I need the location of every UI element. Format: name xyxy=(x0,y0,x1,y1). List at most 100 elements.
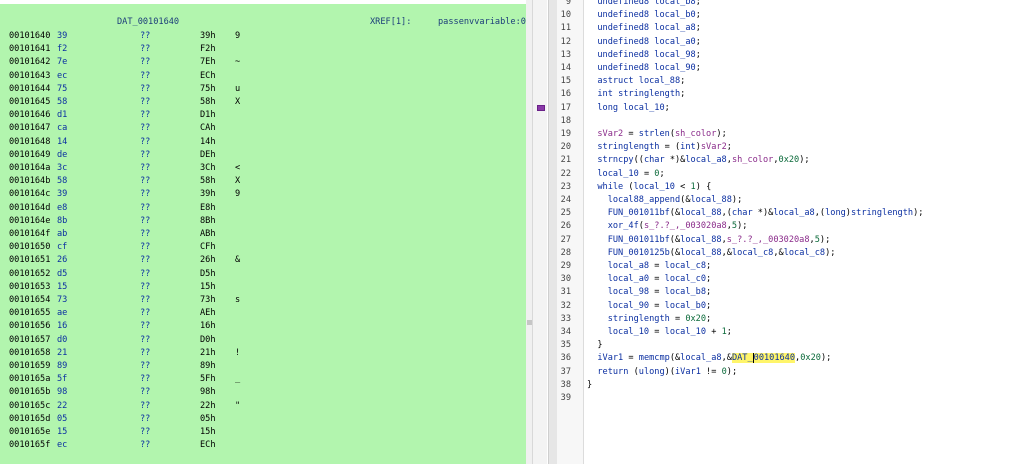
code-line[interactable]: 22 local_10 = 0; xyxy=(557,168,1024,181)
code-token[interactable]: local_88 xyxy=(680,248,721,258)
code-text[interactable]: xor_4f(s_?.?_,_003020a8,5); xyxy=(587,220,748,233)
code-line[interactable]: 34 local_10 = local_10 + 1; xyxy=(557,326,1024,339)
listing-row[interactable]: 00101659 89?? 89h xyxy=(0,360,526,373)
listing-row[interactable]: 00101651 26?? 26h & xyxy=(0,254,526,267)
code-line[interactable]: 24 local88_append(&local_88); xyxy=(557,194,1024,207)
code-token[interactable]: stringlength xyxy=(851,208,913,218)
code-token[interactable]: local_c0 xyxy=(665,274,706,284)
code-token[interactable]: local_88 xyxy=(691,195,732,205)
listing-row[interactable]: 0010164c 39?? 39h 9 xyxy=(0,188,526,201)
code-token[interactable]: stringlength xyxy=(597,142,659,152)
code-token[interactable]: local_b8 xyxy=(654,0,695,7)
listing-row[interactable]: 00101655 ae?? AEh xyxy=(0,307,526,320)
listing-row[interactable]: 0010165d 05?? 05h xyxy=(0,413,526,426)
code-token[interactable]: strlen xyxy=(639,129,670,139)
listing-row[interactable]: 0010165e 15?? 15h xyxy=(0,426,526,439)
code-token[interactable]: local_c8 xyxy=(665,261,706,271)
code-token[interactable]: memcmp xyxy=(639,353,670,363)
listing-row[interactable]: 0010165b 98?? 98h xyxy=(0,386,526,399)
code-line[interactable]: 18 xyxy=(557,115,1024,128)
code-token[interactable]: local_a8 xyxy=(654,23,695,33)
code-token[interactable]: xor_4f xyxy=(608,221,639,231)
listing-row[interactable]: 0010164f ab?? ABh xyxy=(0,228,526,241)
code-line[interactable]: 31 local_98 = local_b8; xyxy=(557,286,1024,299)
code-token[interactable]: local_88 xyxy=(639,76,680,86)
code-token[interactable]: local_90 xyxy=(654,63,695,73)
listing-row[interactable]: 0010164a 3c?? 3Ch < xyxy=(0,162,526,175)
code-line[interactable]: 9 undefined8 local_b8; xyxy=(557,0,1024,9)
code-token[interactable]: undefined8 xyxy=(597,50,649,60)
code-text[interactable]: local_a0 = local_c0; xyxy=(587,273,712,286)
code-line[interactable]: 13 undefined8 local_98; xyxy=(557,49,1024,62)
code-token[interactable]: local_a0 xyxy=(654,37,695,47)
listing-row[interactable]: 00101653 15?? 15h xyxy=(0,281,526,294)
code-token[interactable]: local_10 xyxy=(608,327,649,337)
listing-row[interactable]: 00101646 d1?? D1h xyxy=(0,109,526,122)
code-line[interactable]: 36 iVar1 = memcmp(&local_a8,&DAT_0010164… xyxy=(557,352,1024,365)
code-token[interactable]: s_?.?_,_003020a8 xyxy=(727,235,810,245)
listing-row[interactable]: 00101644 75?? 75h u xyxy=(0,83,526,96)
code-token[interactable]: astruct xyxy=(597,76,633,86)
code-line[interactable]: 37 return (ulong)(iVar1 != 0); xyxy=(557,366,1024,379)
code-line[interactable]: 16 int stringlength; xyxy=(557,88,1024,101)
code-token[interactable]: 0x20 xyxy=(800,353,821,363)
code-text[interactable]: } xyxy=(587,379,592,392)
code-token[interactable]: local_88 xyxy=(680,235,721,245)
code-text[interactable]: local_90 = local_b0; xyxy=(587,300,712,313)
code-token[interactable]: long xyxy=(825,208,846,218)
code-text[interactable]: undefined8 local_a0; xyxy=(587,36,701,49)
code-line[interactable]: 27 FUN_001011bf(&local_88,s_?.?_,_003020… xyxy=(557,234,1024,247)
code-token[interactable]: local_88 xyxy=(680,208,721,218)
code-token[interactable]: sh_color xyxy=(732,155,773,165)
code-line[interactable]: 25 FUN_001011bf(&local_88,(char *)&local… xyxy=(557,207,1024,220)
listing-row[interactable]: 00101658 21?? 21h! xyxy=(0,347,526,360)
code-line[interactable]: 19 sVar2 = strlen(sh_color); xyxy=(557,128,1024,141)
code-line[interactable]: 29 local_a8 = local_c8; xyxy=(557,260,1024,273)
code-line[interactable]: 32 local_90 = local_b0; xyxy=(557,300,1024,313)
listing-row[interactable]: 00101647 ca?? CAh xyxy=(0,122,526,135)
overview-bar[interactable] xyxy=(532,0,547,464)
code-token[interactable]: return xyxy=(597,367,628,377)
listing-row[interactable]: 0010164b 58?? 58h X xyxy=(0,175,526,188)
code-token[interactable]: char xyxy=(644,155,665,165)
listing-row[interactable]: 00101640 39?? 39h 9 xyxy=(0,30,526,43)
code-token[interactable]: undefined8 xyxy=(597,0,649,7)
code-text[interactable]: astruct local_88; xyxy=(587,75,685,88)
listing-row[interactable]: 0010165a 5f?? 5Fh _ xyxy=(0,373,526,386)
code-token[interactable]: local_98 xyxy=(654,50,695,60)
code-token[interactable]: FUN_001011bf xyxy=(608,208,670,218)
code-token[interactable]: stringlength xyxy=(618,89,680,99)
code-token[interactable]: 0x20 xyxy=(779,155,800,165)
code-token[interactable]: undefined8 xyxy=(597,23,649,33)
code-line[interactable]: 17 long local_10; xyxy=(557,102,1024,115)
code-line[interactable]: 14 undefined8 local_90; xyxy=(557,62,1024,75)
code-token[interactable]: FUN_001011bf xyxy=(608,235,670,245)
code-text[interactable]: FUN_001011bf(&local_88,s_?.?_,_003020a8,… xyxy=(587,234,831,247)
code-line[interactable]: 33 stringlength = 0x20; xyxy=(557,313,1024,326)
code-token[interactable]: local_10 xyxy=(623,103,664,113)
listing-row[interactable]: 00101654 73?? 73h s xyxy=(0,294,526,307)
code-line[interactable]: 21 strncpy((char *)&local_a8,sh_color,0x… xyxy=(557,154,1024,167)
code-token[interactable]: sVar2 xyxy=(597,129,623,139)
code-token[interactable]: local_a8 xyxy=(608,261,649,271)
code-text[interactable]: undefined8 local_a8; xyxy=(587,22,701,35)
code-token[interactable]: local_b8 xyxy=(665,287,706,297)
listing-row[interactable]: 00101650 cf?? CFh xyxy=(0,241,526,254)
code-text[interactable]: local_98 = local_b8; xyxy=(587,286,712,299)
code-token[interactable]: int xyxy=(597,89,613,99)
listing-row[interactable]: 00101642 7e?? 7Eh ~ xyxy=(0,56,526,69)
code-text[interactable]: FUN_0010125b(&local_88,&local_c8,&local_… xyxy=(587,247,836,260)
code-token[interactable]: undefined8 xyxy=(597,37,649,47)
code-token[interactable]: strncpy xyxy=(597,155,633,165)
code-line[interactable]: 38} xyxy=(557,379,1024,392)
code-token[interactable]: int xyxy=(680,142,696,152)
code-text[interactable]: undefined8 local_90; xyxy=(587,62,701,75)
listing-row[interactable]: 0010164e 8b?? 8Bh xyxy=(0,215,526,228)
code-token[interactable]: sh_color xyxy=(675,129,716,139)
code-line[interactable]: 11 undefined8 local_a8; xyxy=(557,22,1024,35)
code-token[interactable]: local_a0 xyxy=(608,274,649,284)
code-text[interactable]: sVar2 = strlen(sh_color); xyxy=(587,128,726,141)
listing-row[interactable]: 0010165f ec?? ECh xyxy=(0,439,526,452)
listing-panel[interactable]: DAT_00101640 XREF[1]: passenvvariable:0 … xyxy=(0,0,526,464)
highlighted-token[interactable]: DAT_00101640 xyxy=(731,352,796,364)
